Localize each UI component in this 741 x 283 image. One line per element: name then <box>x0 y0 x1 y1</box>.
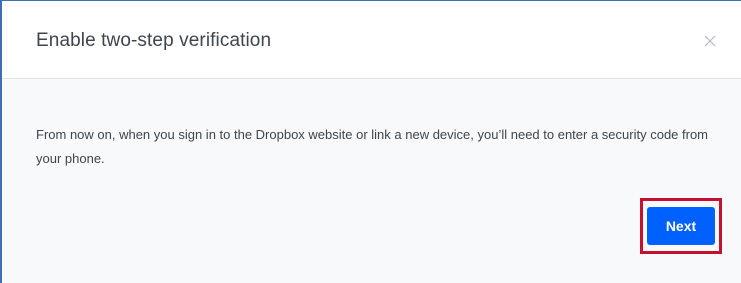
dialog-window: Enable two-step verification From now on… <box>0 0 741 283</box>
dialog-body: From now on, when you sign in to the Dro… <box>2 79 741 283</box>
dialog-title: Enable two-step verification <box>36 30 272 51</box>
dialog-description: From now on, when you sign in to the Dro… <box>36 127 709 166</box>
close-icon <box>704 35 716 47</box>
next-button[interactable]: Next <box>647 207 715 245</box>
dialog-header: Enable two-step verification <box>2 1 741 79</box>
close-button[interactable] <box>700 31 720 51</box>
